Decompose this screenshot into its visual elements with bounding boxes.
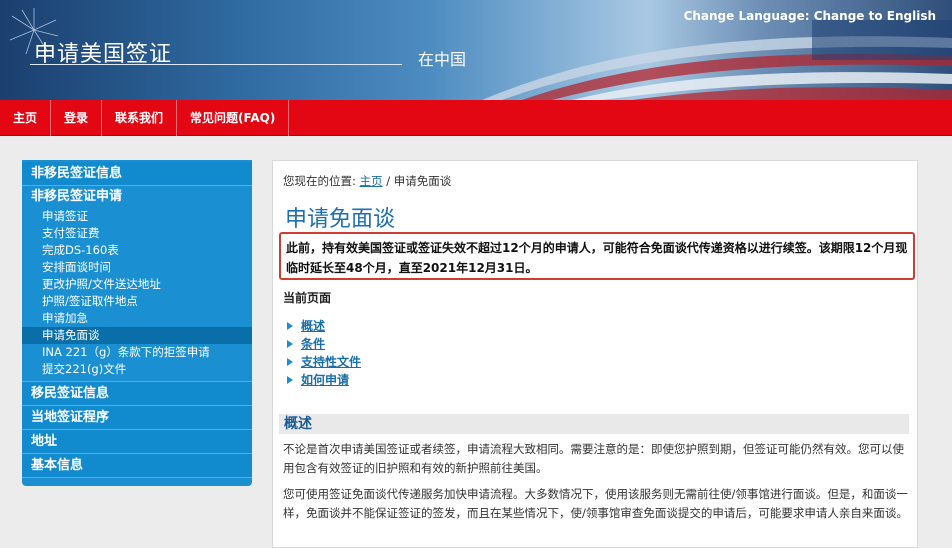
flag-stripes-graphic <box>482 20 952 100</box>
site-header: 申请美国签证 在中国 Change Language: Change to En… <box>0 0 952 100</box>
section-heading-overview: 概述 <box>279 414 909 434</box>
triangle-right-icon <box>287 322 293 330</box>
sidebar-item-submit-221g[interactable]: 提交221(g)文件 <box>22 361 252 378</box>
nav-faq[interactable]: 常见问题(FAQ) <box>177 100 290 136</box>
sidebar-item-pay-fee[interactable]: 支付签证费 <box>22 225 252 242</box>
main-content: 您现在的位置: 主页 / 申请免面谈 申请免面谈 此前，持有效美国签证或签证失效… <box>272 160 918 548</box>
toc-link-overview[interactable]: 概述 <box>287 317 361 335</box>
page-title: 申请免面谈 <box>285 207 396 232</box>
sidebar-item-interview-waiver[interactable]: 申请免面谈 <box>22 327 252 344</box>
toc-link-label[interactable]: 如何申请 <box>301 371 349 389</box>
sidebar-item-pickup-location[interactable]: 护照/签证取件地点 <box>22 293 252 310</box>
main-nav: 主页 登录 联系我们 常见问题(FAQ) <box>0 100 952 136</box>
nav-contact[interactable]: 联系我们 <box>102 100 178 136</box>
breadcrumb-home-link[interactable]: 主页 <box>360 174 383 188</box>
sidebar-basic-info[interactable]: 基本信息 <box>22 454 252 478</box>
notice-box: 此前，持有效美国签证或签证失效不超过12个月的申请人，可能符合免面谈代传递资格以… <box>279 232 915 280</box>
sidebar-item-221g-refusal[interactable]: INA 221（g）条款下的拒签申请 <box>22 344 252 361</box>
sidebar-item-expedite[interactable]: 申请加急 <box>22 310 252 327</box>
toc-link-label[interactable]: 支持性文件 <box>301 353 361 371</box>
current-page-label: 当前页面 <box>283 291 332 305</box>
sidebar-item-change-address[interactable]: 更改护照/文件送达地址 <box>22 276 252 293</box>
breadcrumb-separator: / <box>386 174 391 188</box>
sidebar-group-head[interactable]: 非移民签证申请 <box>22 186 252 208</box>
sidebar-address[interactable]: 地址 <box>22 430 252 454</box>
breadcrumb-prefix: 您现在的位置: <box>283 174 356 188</box>
overview-paragraph-1: 不论是首次申请美国签证或者续签，申请流程大致相同。需要注意的是：即使您护照到期，… <box>283 442 904 475</box>
toc-link-label[interactable]: 条件 <box>301 335 325 353</box>
toc-link-conditions[interactable]: 条件 <box>287 335 361 353</box>
change-language: Change Language: Change to English <box>684 9 936 23</box>
overview-paragraph-2: 您可使用签证免面谈代传递服务加快申请流程。大多数情况下，使用该服务则无需前往使/… <box>283 487 908 520</box>
change-language-label: Change Language: <box>683 9 810 23</box>
triangle-right-icon <box>287 340 293 348</box>
triangle-right-icon <box>287 358 293 366</box>
triangle-right-icon <box>287 376 293 384</box>
table-of-contents: 概述 条件 支持性文件 如何申请 <box>287 317 361 389</box>
sidebar-item-apply-visa[interactable]: 申请签证 <box>22 208 252 225</box>
toc-link-how-to-apply[interactable]: 如何申请 <box>287 371 361 389</box>
toc-link-label[interactable]: 概述 <box>301 317 325 335</box>
sidebar-item-schedule-interview[interactable]: 安排面谈时间 <box>22 259 252 276</box>
site-subtitle: 在中国 <box>418 50 467 69</box>
toc-link-documents[interactable]: 支持性文件 <box>287 353 361 371</box>
page: 申请美国签证 在中国 Change Language: Change to En… <box>0 0 952 548</box>
breadcrumb-current: 申请免面谈 <box>393 174 452 188</box>
nav-login[interactable]: 登录 <box>51 100 103 136</box>
nav-home[interactable]: 主页 <box>0 100 52 136</box>
sidebar-local-procedures[interactable]: 当地签证程序 <box>22 406 252 430</box>
change-to-english-link[interactable]: Change to English <box>814 9 936 23</box>
sidebar-item-ds160[interactable]: 完成DS-160表 <box>22 242 252 259</box>
sidebar: 非移民签证信息 非移民签证申请 申请签证 支付签证费 完成DS-160表 安排面… <box>22 160 252 486</box>
sidebar-nonimmigrant-info[interactable]: 非移民签证信息 <box>22 162 252 186</box>
title-underline <box>30 64 402 65</box>
breadcrumb: 您现在的位置: 主页 / 申请免面谈 <box>283 173 451 189</box>
sidebar-group-nonimmigrant-apply: 非移民签证申请 申请签证 支付签证费 完成DS-160表 安排面谈时间 更改护照… <box>22 186 252 382</box>
sidebar-immigrant-info[interactable]: 移民签证信息 <box>22 382 252 406</box>
